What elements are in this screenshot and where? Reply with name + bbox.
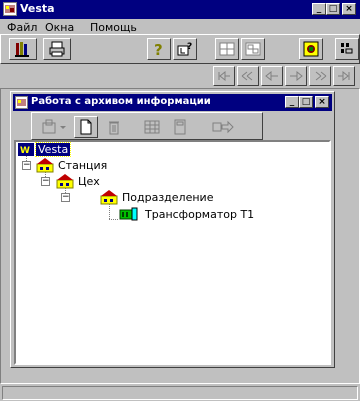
- library-icon: [15, 42, 29, 57]
- svg-text:?: ?: [154, 41, 163, 58]
- maximize-button[interactable]: □: [326, 3, 340, 15]
- tree-node-station[interactable]: Станция: [36, 157, 146, 173]
- help-button[interactable]: ?: [147, 38, 171, 60]
- menu-help[interactable]: Помощь: [90, 21, 137, 34]
- next-page-button[interactable]: [309, 66, 331, 86]
- add-dropdown-button[interactable]: [38, 116, 72, 138]
- grid-icon: [219, 42, 235, 56]
- transformer-icon: [119, 206, 139, 225]
- prev-page-icon: [241, 71, 253, 81]
- minimize-button[interactable]: _: [312, 3, 326, 15]
- department-icon: [100, 189, 118, 208]
- table-icon: [144, 120, 160, 134]
- collapse-toggle-workshop[interactable]: −: [41, 177, 50, 186]
- archive-close-button[interactable]: ×: [315, 96, 329, 108]
- station-icon: [36, 157, 54, 176]
- print-icon: [49, 41, 65, 57]
- menu-bar: Файл Окна Помощь: [0, 19, 360, 34]
- tree-connector: [109, 219, 118, 220]
- context-help-button[interactable]: ?: [173, 38, 197, 60]
- chart-icon: [341, 43, 353, 54]
- tree-node-department[interactable]: Подразделение: [100, 189, 260, 205]
- first-record-icon: [218, 71, 230, 81]
- main-title-bar[interactable]: Vesta _ □ ×: [0, 0, 360, 19]
- tree-label-workshop: Цех: [78, 175, 100, 188]
- chart-button[interactable]: [335, 38, 359, 60]
- last-record-button[interactable]: [333, 66, 355, 86]
- archive-toolbar: [31, 112, 263, 140]
- last-record-icon: [338, 71, 350, 81]
- refresh-button[interactable]: [299, 38, 323, 60]
- delete-button[interactable]: [102, 116, 126, 138]
- archive-title-bar[interactable]: Работа с архивом информации _ □ ×: [13, 94, 332, 111]
- new-document-button[interactable]: [74, 116, 98, 138]
- prev-record-button[interactable]: [261, 66, 283, 86]
- help-cursor-icon: ?: [177, 42, 192, 56]
- calculator-button[interactable]: [168, 116, 192, 138]
- main-toolbar: ? ?: [0, 34, 360, 64]
- help-icon: ?: [154, 41, 163, 58]
- menu-file[interactable]: Файл: [7, 21, 37, 34]
- vesta-root-icon: W: [18, 143, 34, 156]
- transfer-button[interactable]: [208, 116, 238, 138]
- collapse-toggle-station[interactable]: −: [22, 161, 31, 170]
- app-title: Vesta: [20, 2, 55, 15]
- close-button[interactable]: ×: [342, 3, 356, 15]
- add-dropdown-icon: [42, 119, 66, 134]
- tree-view[interactable]: W Vesta − Станция − Цех − Подразделение: [14, 140, 331, 365]
- tree-node-transformer[interactable]: Трансформатор Т1: [119, 205, 299, 223]
- refresh-icon: [303, 41, 319, 57]
- archive-maximize-button[interactable]: □: [299, 96, 313, 108]
- svg-text:?: ?: [187, 42, 192, 52]
- library-button[interactable]: [9, 38, 37, 60]
- tree-node-workshop[interactable]: Цех: [56, 173, 136, 189]
- vesta-app-icon: [3, 2, 17, 16]
- delete-icon: [109, 121, 119, 135]
- print-button[interactable]: [43, 38, 71, 60]
- tree-label-transformer: Трансформатор Т1: [145, 208, 255, 221]
- next-record-button[interactable]: [285, 66, 307, 86]
- navigation-toolbar: [0, 64, 360, 88]
- tree-label-station: Станция: [58, 159, 108, 172]
- archive-window: Работа с архивом информации _ □ × W Vest…: [10, 91, 335, 368]
- calculator-icon: [174, 119, 186, 135]
- status-bar: [2, 386, 358, 400]
- table-button[interactable]: [140, 116, 164, 138]
- new-document-icon: [80, 119, 92, 135]
- workshop-icon: [56, 173, 74, 192]
- next-page-icon: [315, 71, 327, 81]
- tree-label-vesta: Vesta: [34, 142, 72, 157]
- archive-window-title: Работа с архивом информации: [31, 96, 211, 107]
- tree-node-root[interactable]: W Vesta: [18, 142, 98, 157]
- collapse-toggle-department[interactable]: −: [61, 193, 70, 202]
- transfer-icon: [212, 120, 234, 134]
- tree-label-department: Подразделение: [122, 191, 214, 204]
- archive-minimize-button[interactable]: _: [285, 96, 299, 108]
- image-icon: [245, 42, 261, 56]
- next-record-icon: [290, 71, 303, 81]
- prev-page-button[interactable]: [237, 66, 259, 86]
- menu-windows[interactable]: Окна: [45, 21, 74, 34]
- grid-view-button[interactable]: [215, 38, 239, 60]
- archive-window-icon: [15, 96, 28, 109]
- first-record-button[interactable]: [213, 66, 235, 86]
- svg-text:W: W: [20, 146, 30, 156]
- prev-record-icon: [265, 71, 278, 81]
- image-view-button[interactable]: [241, 38, 265, 60]
